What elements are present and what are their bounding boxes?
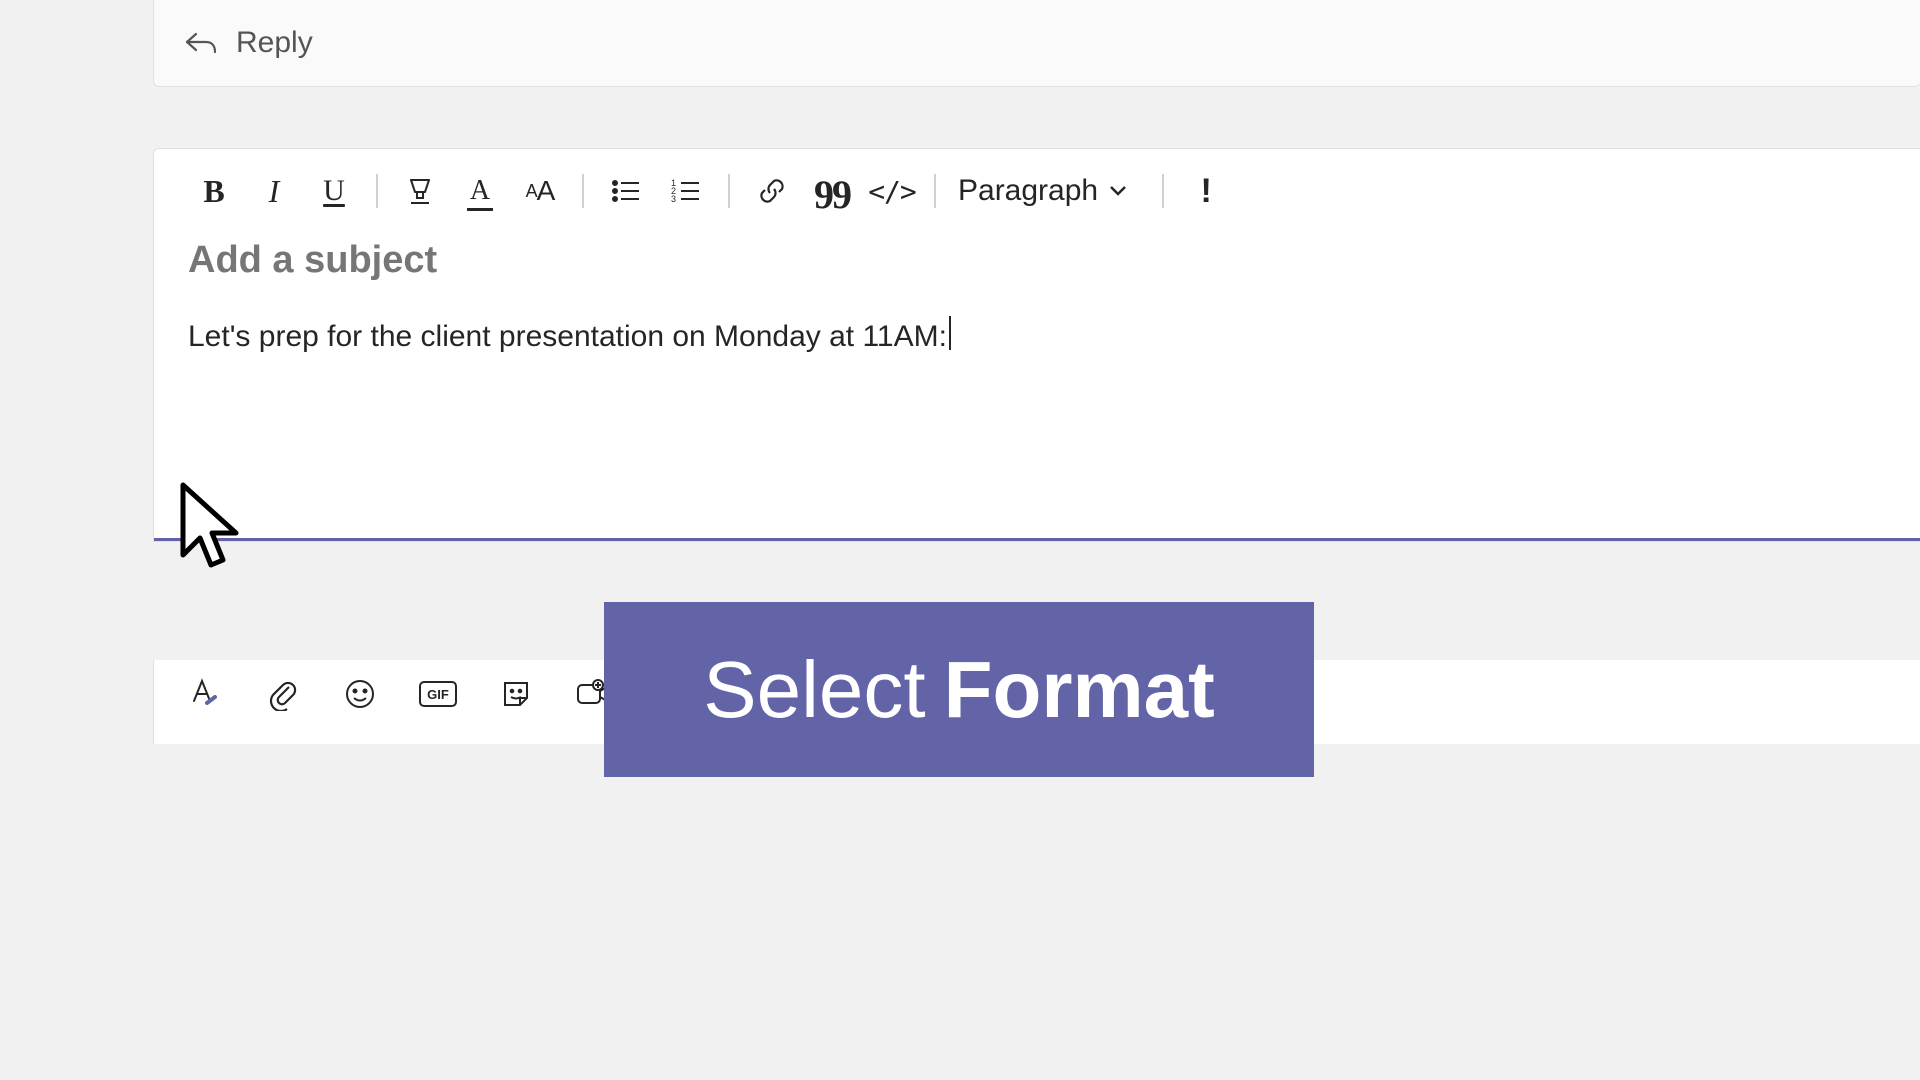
instruction-callout: Select Format (604, 602, 1314, 777)
link-button[interactable] (742, 169, 802, 213)
attach-button[interactable] (262, 674, 302, 714)
paragraph-style-dropdown[interactable]: Paragraph (948, 174, 1138, 208)
separator (934, 174, 936, 208)
emoji-button[interactable] (340, 674, 380, 714)
svg-text:3: 3 (671, 194, 676, 204)
separator (376, 174, 378, 208)
bullet-list-button[interactable] (596, 169, 656, 213)
font-color-bar (467, 208, 493, 211)
formatting-toolbar: B I U A AA 1 (154, 149, 1920, 223)
importance-button[interactable]: ! (1176, 169, 1236, 213)
sticker-button[interactable] (496, 674, 536, 714)
separator (582, 174, 584, 208)
italic-button[interactable]: I (244, 169, 304, 213)
separator (728, 174, 730, 208)
text-cursor (949, 316, 951, 350)
reply-icon (184, 30, 218, 56)
font-size-small: A (526, 181, 537, 202)
bold-button[interactable]: B (184, 169, 244, 213)
separator (1162, 174, 1164, 208)
gif-button[interactable]: GIF (418, 674, 458, 714)
svg-text:GIF: GIF (427, 687, 449, 702)
highlight-button[interactable] (390, 169, 450, 213)
compose-box: B I U A AA 1 (153, 148, 1920, 542)
format-button[interactable] (184, 674, 224, 714)
reply-label: Reply (236, 26, 313, 60)
font-size-big: A (537, 175, 555, 207)
underline-button[interactable]: U (304, 169, 364, 213)
code-button[interactable]: </> (862, 169, 922, 213)
font-color-button[interactable]: A (450, 169, 510, 213)
compose-divider (154, 538, 1920, 541)
reply-bar[interactable]: Reply (153, 0, 1920, 87)
subject-input[interactable]: Add a subject (154, 223, 1920, 288)
font-size-button[interactable]: AA (510, 169, 570, 213)
body-text: Let's prep for the client presentation o… (188, 320, 947, 353)
message-body-input[interactable]: Let's prep for the client presentation o… (154, 288, 1920, 538)
callout-word-2: Format (944, 644, 1215, 736)
chevron-down-icon (1108, 180, 1128, 203)
paragraph-label: Paragraph (958, 174, 1098, 208)
quote-button[interactable]: 99 (802, 173, 862, 217)
callout-word-1: Select (703, 644, 925, 736)
font-color-letter: A (470, 175, 490, 207)
numbered-list-button[interactable]: 1 2 3 (656, 169, 716, 213)
